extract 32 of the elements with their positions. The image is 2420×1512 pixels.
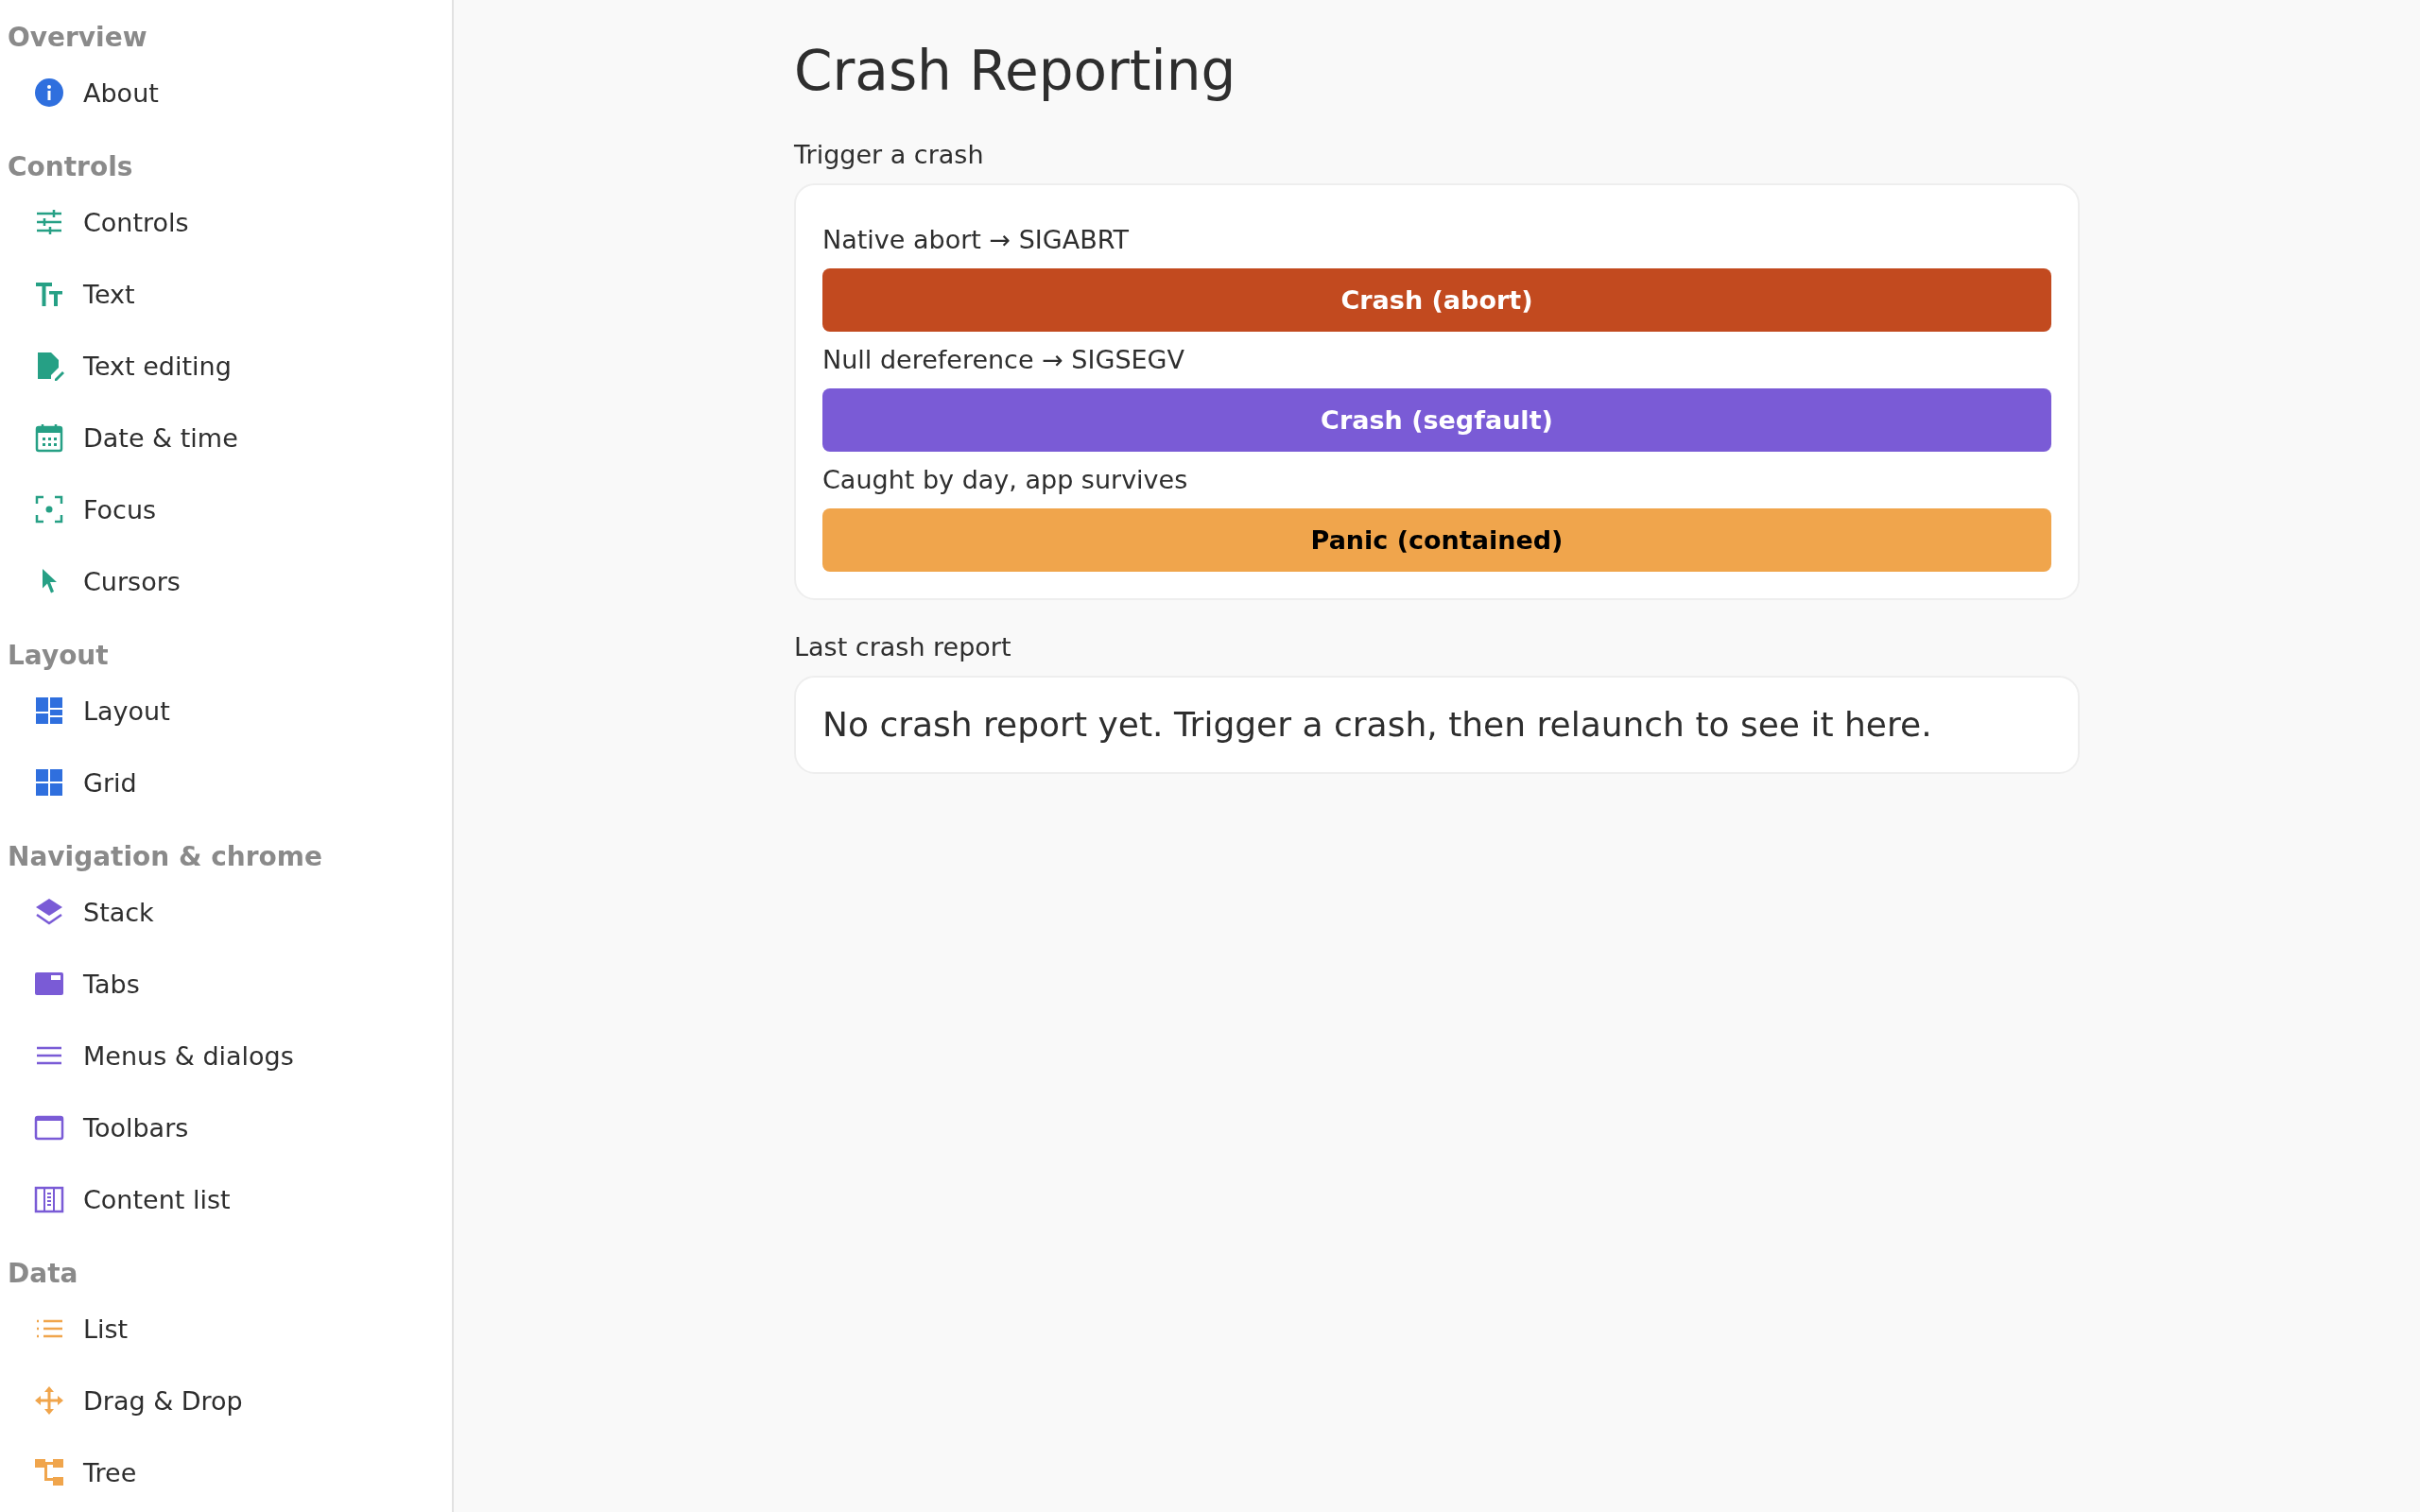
description-text: Caught by day, app survives [822,464,1189,496]
sidebar-item[interactable]: List [0,1293,452,1365]
section-label: Last crash report [794,631,1012,663]
crash-button[interactable]: Panic (contained) [822,508,2051,572]
report-text: No crash report yet. Trigger a crash, then relaunch to see it here. [822,704,1933,746]
sidebar-item[interactable]: Menus & dialogs [0,1020,452,1091]
sidebar-item[interactable]: Focus [0,473,452,545]
section-heading: Data [7,1257,79,1291]
sidebar-item[interactable]: Content list [0,1163,452,1235]
section-heading: Overview [7,21,148,55]
sidebar-item[interactable]: About [0,57,452,129]
sidebar-item[interactable]: Cursors [0,545,452,617]
sidebar-item[interactable]: Toolbars [0,1091,452,1163]
sidebar-item[interactable]: Grid [0,747,452,818]
page-title: Crash Reporting [794,38,1237,105]
sidebar-item[interactable]: Drag & Drop [0,1365,452,1436]
sidebar-item[interactable]: Tree [0,1436,452,1508]
crash-button[interactable]: Crash (segfault) [822,388,2051,452]
sidebar-item[interactable]: Text editing [0,330,452,402]
crash-button[interactable]: Crash (abort) [822,268,2051,332]
section-heading: Navigation & chrome [7,840,323,874]
section-heading: Controls [7,150,134,184]
section-heading: Layout [7,639,110,673]
sidebar-item[interactable]: Stack [0,876,452,948]
section-label: Trigger a crash [794,139,985,171]
description-text: Native abort → SIGABRT [822,224,1130,256]
sidebar-item[interactable]: Date & time [0,402,452,473]
sidebar-item[interactable]: Controls [0,186,452,258]
description-text: Null dereference → SIGSEGV [822,344,1185,376]
sidebar-item[interactable]: Text [0,258,452,330]
sidebar-item[interactable]: Tabs [0,948,452,1020]
sidebar-item[interactable]: Layout [0,675,452,747]
